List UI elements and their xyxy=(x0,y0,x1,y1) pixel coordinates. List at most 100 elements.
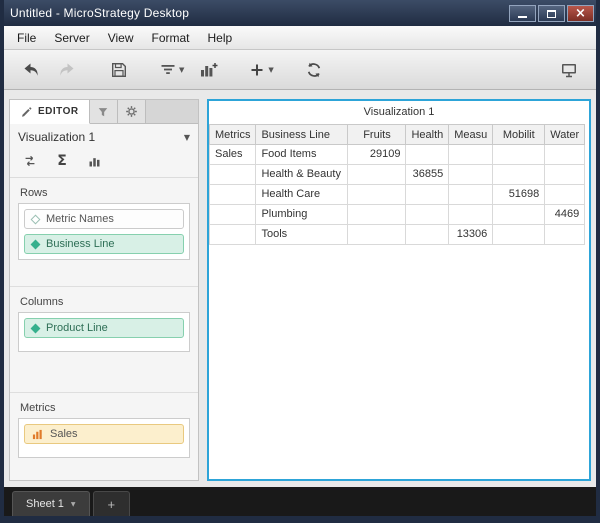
value-cell: 36855 xyxy=(405,164,450,185)
value-cell xyxy=(492,144,546,165)
refresh-button[interactable] xyxy=(299,55,329,85)
menu-format[interactable]: Format xyxy=(142,26,198,49)
business-line-cell: Food Items xyxy=(255,144,349,165)
chevron-down-icon: ▼ xyxy=(268,65,274,74)
attribute-icon xyxy=(30,214,41,224)
minimize-button[interactable] xyxy=(509,5,536,22)
chevron-down-icon: ▼ xyxy=(179,65,185,74)
visualization-selector[interactable]: Visualization 1 ▼ xyxy=(10,124,198,149)
editor-panel-tabs: EDITOR xyxy=(10,100,198,124)
maximize-button[interactable] xyxy=(538,5,565,22)
col-header-business-line[interactable]: Business Line xyxy=(255,124,349,145)
presentation-icon xyxy=(562,63,576,77)
grid-header-row: Metrics Business Line Fruits Health Meas… xyxy=(209,124,586,145)
sheet-bar: Sheet 1 ▼ + xyxy=(4,487,596,516)
grid-row: Health Care 51698 xyxy=(209,184,586,205)
plus-icon xyxy=(251,64,263,75)
forward-button[interactable] xyxy=(52,55,82,85)
sheet-tab[interactable]: Sheet 1 ▼ xyxy=(12,491,90,516)
col-header-mobilit[interactable]: Mobilit xyxy=(492,124,546,145)
col-header-metrics[interactable]: Metrics xyxy=(209,124,257,145)
pill-product-line[interactable]: Product Line xyxy=(24,318,184,338)
toolbar: ▼ ▼ xyxy=(4,50,596,90)
value-cell: 29109 xyxy=(347,144,407,165)
tab-editor[interactable]: EDITOR xyxy=(10,100,90,124)
back-button[interactable] xyxy=(16,55,46,85)
value-cell xyxy=(405,144,450,165)
editor-panel: EDITOR Visualization 1 ▼ Σ Rows Metric N… xyxy=(9,99,199,481)
value-cell xyxy=(544,184,586,205)
value-cell xyxy=(347,184,407,205)
insert-visualization-icon xyxy=(201,62,218,76)
close-icon: × xyxy=(575,6,586,21)
menu-server[interactable]: Server xyxy=(45,26,98,49)
columns-drop-zone[interactable]: Product Line xyxy=(18,312,190,352)
value-cell xyxy=(405,224,450,245)
pencil-icon xyxy=(22,107,32,117)
menu-help[interactable]: Help xyxy=(199,26,242,49)
metrics-drop-zone[interactable]: Sales xyxy=(18,418,190,458)
value-cell xyxy=(347,204,407,225)
value-cell xyxy=(405,204,450,225)
back-icon xyxy=(24,63,38,76)
grid-row: Sales Food Items 29109 xyxy=(209,144,586,165)
value-cell xyxy=(492,224,546,245)
col-header-health[interactable]: Health xyxy=(405,124,450,145)
pill-sales[interactable]: Sales xyxy=(24,424,184,444)
business-line-cell: Health & Beauty xyxy=(255,164,349,185)
grid-table: Metrics Business Line Fruits Health Meas… xyxy=(209,124,586,245)
save-button[interactable] xyxy=(104,55,134,85)
datasets-button[interactable]: ▼ xyxy=(156,55,187,85)
tab-filter[interactable] xyxy=(89,100,118,123)
menu-file[interactable]: File xyxy=(8,26,45,49)
business-line-cell: Plumbing xyxy=(255,204,349,225)
attribute-icon xyxy=(30,239,41,249)
tab-properties[interactable] xyxy=(117,100,146,123)
menu-view[interactable]: View xyxy=(99,26,143,49)
insert-visualization-button[interactable] xyxy=(193,55,223,85)
close-button[interactable]: × xyxy=(567,5,594,22)
col-header-fruits[interactable]: Fruits xyxy=(347,124,407,145)
maximize-icon xyxy=(547,9,556,18)
metric-cell: Sales xyxy=(209,144,257,165)
sigma-button[interactable]: Σ xyxy=(52,151,72,171)
value-cell: 13306 xyxy=(448,224,494,245)
metric-cell xyxy=(209,224,257,245)
pill-label: Sales xyxy=(50,428,78,440)
presentation-button[interactable] xyxy=(554,55,584,85)
visualization-panel[interactable]: Visualization 1 Metrics Business Line Fr… xyxy=(207,99,591,481)
filter-icon xyxy=(98,107,108,116)
value-cell xyxy=(544,224,586,245)
attribute-icon xyxy=(30,323,41,333)
col-header-water[interactable]: Water xyxy=(544,124,586,145)
col-header-measu[interactable]: Measu xyxy=(448,124,494,145)
business-line-cell: Tools xyxy=(255,224,349,245)
pill-label: Metric Names xyxy=(46,213,114,225)
swap-axes-icon xyxy=(25,155,35,167)
datasets-icon xyxy=(161,64,175,74)
editor-tab-label: EDITOR xyxy=(38,106,79,117)
value-cell xyxy=(448,144,494,165)
rows-drop-zone[interactable]: Metric Names Business Line xyxy=(18,203,190,260)
sheet-tab-label: Sheet 1 xyxy=(26,498,64,510)
plus-icon: + xyxy=(107,496,116,512)
grid-row: Tools 13306 xyxy=(209,224,586,245)
insert-button[interactable]: ▼ xyxy=(245,55,276,85)
metric-bars-icon xyxy=(32,429,42,439)
refresh-icon xyxy=(307,62,320,77)
rows-label: Rows xyxy=(20,187,48,199)
titlebar: Untitled - MicroStrategy Desktop × xyxy=(4,0,596,26)
pill-metric-names[interactable]: Metric Names xyxy=(24,209,184,229)
columns-label: Columns xyxy=(20,296,64,308)
visualization-title: Visualization 1 xyxy=(363,106,435,118)
value-cell xyxy=(448,184,494,205)
business-line-cell: Health Care xyxy=(255,184,349,205)
value-cell xyxy=(448,204,494,225)
swap-axes-button[interactable] xyxy=(20,151,40,171)
app-body: File Server View Format Help ▼ ▼ EDITOR … xyxy=(4,26,596,516)
value-cell: 4469 xyxy=(544,204,586,225)
menubar: File Server View Format Help xyxy=(4,26,596,50)
chart-options-button[interactable] xyxy=(84,151,104,171)
pill-business-line[interactable]: Business Line xyxy=(24,234,184,254)
add-sheet-button[interactable]: + xyxy=(92,491,131,516)
